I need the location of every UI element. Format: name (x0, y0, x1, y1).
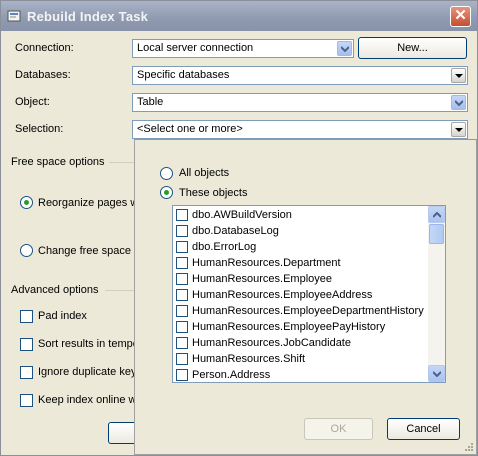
list-item[interactable]: HumanResources.Department (173, 256, 429, 272)
selection-label: Selection: (15, 123, 64, 135)
list-item[interactable]: Person.Address (173, 368, 429, 382)
item-label: HumanResources.EmployeePayHistory (192, 321, 386, 333)
item-label: HumanResources.EmployeeAddress (192, 289, 373, 301)
item-checkbox[interactable] (176, 369, 188, 381)
task-icon (7, 10, 21, 22)
list-item[interactable]: dbo.ErrorLog (173, 240, 429, 256)
item-checkbox[interactable] (176, 289, 188, 301)
pad-index-checkbox[interactable] (20, 310, 33, 323)
connection-value: Local server connection (137, 42, 254, 54)
databases-value: Specific databases (137, 69, 230, 81)
chevron-down-icon[interactable] (451, 68, 466, 83)
list-item[interactable]: HumanResources.EmployeeAddress (173, 288, 429, 304)
list-item[interactable]: HumanResources.Shift (173, 352, 429, 368)
close-icon: ✕ (454, 7, 467, 24)
object-label: Object: (15, 96, 50, 108)
sort-results-label: Sort results in tempo (38, 338, 139, 350)
item-label: HumanResources.Shift (192, 353, 306, 365)
keep-online-checkbox[interactable] (20, 394, 33, 407)
group-divider (109, 162, 134, 163)
change-free-space-radio[interactable] (20, 244, 33, 257)
all-objects-label: All objects (179, 167, 230, 179)
cancel-button[interactable]: Cancel (387, 418, 460, 440)
item-checkbox[interactable] (176, 337, 188, 349)
scroll-down-button[interactable] (428, 365, 445, 382)
group-divider (105, 290, 134, 291)
connection-combo[interactable]: Local server connection (132, 39, 354, 58)
keep-online-label: Keep index online w (38, 394, 137, 406)
item-checkbox[interactable] (176, 353, 188, 365)
close-button[interactable]: ✕ (450, 6, 471, 27)
vertical-scrollbar[interactable] (428, 206, 445, 382)
object-value: Table (137, 96, 164, 108)
item-label: dbo.ErrorLog (192, 241, 257, 253)
selection-value: <Select one or more> (137, 123, 243, 135)
item-label: HumanResources.Department (192, 257, 341, 269)
list-item[interactable]: HumanResources.JobCandidate (173, 336, 429, 352)
new-connection-button[interactable]: New... (358, 37, 467, 59)
these-objects-radio[interactable] (160, 186, 173, 199)
list-item[interactable]: dbo.DatabaseLog (173, 224, 429, 240)
pad-index-label: Pad index (38, 310, 87, 322)
item-checkbox[interactable] (176, 257, 188, 269)
rebuild-index-dialog: Rebuild Index Task ✕ Connection: Local s… (0, 0, 478, 456)
change-free-space-label: Change free space (38, 245, 131, 257)
item-checkbox[interactable] (176, 209, 188, 221)
chevron-down-icon[interactable] (451, 95, 466, 110)
item-checkbox[interactable] (176, 241, 188, 253)
item-label: dbo.AWBuildVersion (192, 209, 292, 221)
object-selection-popup: All objects These objects dbo.AWBuildVer… (134, 139, 477, 455)
chevron-down-icon[interactable] (451, 122, 466, 137)
ok-button[interactable]: OK (304, 418, 373, 440)
list-item[interactable]: HumanResources.EmployeeDepartmentHistory (173, 304, 429, 320)
reorganize-label: Reorganize pages w (38, 197, 139, 209)
ignore-duplicate-checkbox[interactable] (20, 366, 33, 379)
all-objects-radio[interactable] (160, 167, 173, 180)
window-title: Rebuild Index Task (27, 9, 149, 24)
free-space-heading: Free space options (11, 156, 105, 168)
reorganize-radio[interactable] (20, 196, 33, 209)
item-label: HumanResources.JobCandidate (192, 337, 351, 349)
resize-grip-icon[interactable] (463, 441, 474, 452)
ignore-duplicate-label: Ignore duplicate key (38, 366, 137, 378)
sort-results-checkbox[interactable] (20, 338, 33, 351)
object-list[interactable]: dbo.AWBuildVersion dbo.DatabaseLog dbo.E… (172, 205, 446, 383)
list-item[interactable]: dbo.AWBuildVersion (173, 208, 429, 224)
item-checkbox[interactable] (176, 321, 188, 333)
list-item[interactable]: HumanResources.EmployeePayHistory (173, 320, 429, 336)
chevron-down-icon (433, 371, 441, 377)
these-objects-label: These objects (179, 187, 248, 199)
chevron-down-icon[interactable] (337, 41, 352, 56)
item-label: HumanResources.EmployeeDepartmentHistory (192, 305, 424, 317)
chevron-up-icon (433, 212, 441, 218)
item-label: Person.Address (192, 369, 271, 381)
title-bar[interactable]: Rebuild Index Task ✕ (1, 1, 477, 31)
scroll-up-button[interactable] (428, 206, 445, 223)
list-item[interactable]: HumanResources.Employee (173, 272, 429, 288)
selection-combo[interactable]: <Select one or more> (132, 120, 468, 139)
item-label: HumanResources.Employee (192, 273, 333, 285)
advanced-heading: Advanced options (11, 284, 99, 296)
item-checkbox[interactable] (176, 225, 188, 237)
databases-label: Databases: (15, 69, 71, 81)
item-label: dbo.DatabaseLog (192, 225, 279, 237)
databases-combo[interactable]: Specific databases (132, 66, 468, 85)
connection-label: Connection: (15, 42, 74, 54)
object-combo[interactable]: Table (132, 93, 468, 112)
item-checkbox[interactable] (176, 273, 188, 285)
item-checkbox[interactable] (176, 305, 188, 317)
scroll-thumb[interactable] (429, 224, 444, 244)
